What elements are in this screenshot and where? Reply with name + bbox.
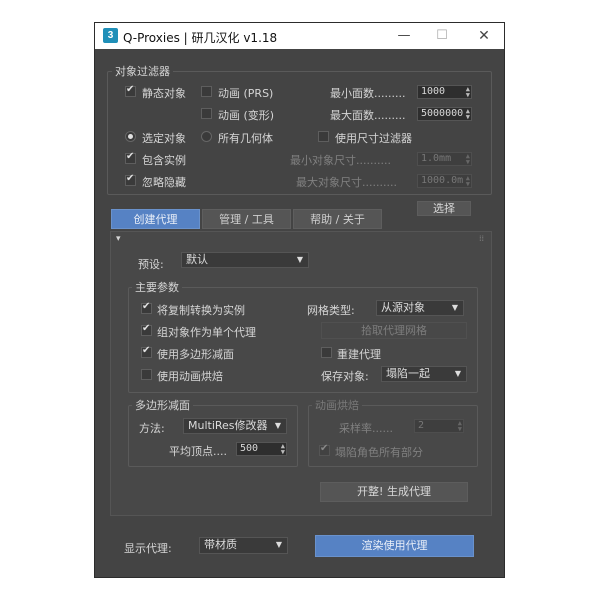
rebuild-proxy-label: 重建代理	[337, 348, 381, 361]
render-proxy-button[interactable]: 渲染使用代理	[315, 535, 474, 557]
all-geometry-label: 所有几何体	[218, 132, 273, 145]
use-poly-reduce-checkbox[interactable]	[141, 345, 152, 358]
use-anim-bake-checkbox[interactable]	[141, 369, 152, 380]
collapse-all-parts-checkbox[interactable]	[319, 443, 330, 456]
method-value: MultiRes修改器	[188, 419, 268, 432]
tab-create-proxy[interactable]: 创建代理	[111, 209, 200, 229]
maximize-button[interactable]: ☐	[423, 23, 461, 49]
object-filter-group: 对象过滤器 静态对象 动画 (PRS) 最小面数......... 1000 ▲…	[107, 63, 492, 195]
all-geometry-radio[interactable]	[201, 131, 212, 142]
use-poly-reduce-label: 使用多边形减面	[157, 348, 234, 361]
selected-objects-label: 选定对象	[142, 132, 186, 145]
save-object-dropdown[interactable]: 塌陷一起 ▼	[381, 366, 467, 382]
sample-rate-value: 2	[418, 420, 425, 431]
max-faces-value: 5000000	[421, 108, 464, 119]
avg-vertices-value: 500	[240, 443, 259, 454]
use-size-filter-checkbox[interactable]	[318, 131, 329, 142]
poly-reduce-group: 多边形减面 方法: MultiRes修改器 ▼ 平均顶点.... 500 ▲ ▼	[128, 397, 298, 467]
use-anim-bake-label: 使用动画烘焙	[157, 370, 223, 383]
spinner-arrows-icon[interactable]: ▲ ▼	[281, 443, 285, 456]
rebuild-proxy-checkbox[interactable]	[321, 347, 332, 358]
chevron-down-icon: ▼	[451, 303, 458, 312]
preset-label: 预设:	[138, 258, 164, 271]
include-instances-checkbox[interactable]	[125, 151, 136, 164]
generate-proxy-button[interactable]: 开整! 生成代理	[320, 482, 468, 502]
avg-vertices-label: 平均顶点....	[169, 445, 227, 458]
convert-copies-checkbox[interactable]	[141, 301, 152, 314]
ignore-hidden-label: 忽略隐藏	[142, 176, 186, 189]
min-object-size-value: 1.0mm	[421, 153, 452, 164]
main-params-title: 主要参数	[132, 279, 182, 295]
collapse-all-parts-label: 塌陷角色所有部分	[335, 446, 423, 459]
ignore-hidden-checkbox[interactable]	[125, 173, 136, 186]
method-dropdown[interactable]: MultiRes修改器 ▼	[183, 418, 287, 434]
max-object-size-label: 最大对象尺寸..........	[296, 176, 397, 189]
selected-objects-radio[interactable]	[125, 131, 136, 142]
display-proxy-value: 带材质	[204, 538, 237, 551]
mesh-type-value: 从源对象	[381, 301, 425, 314]
preset-dropdown[interactable]: 默认 ▼	[181, 252, 309, 268]
mesh-type-label: 网格类型:	[307, 304, 355, 317]
preset-value: 默认	[186, 253, 208, 266]
anim-prs-label: 动画 (PRS)	[218, 87, 274, 100]
tab-manage-tools[interactable]: 管理 / 工具	[202, 209, 291, 229]
min-faces-value: 1000	[421, 86, 446, 97]
spinner-arrows-icon[interactable]: ▲ ▼	[466, 175, 470, 188]
mesh-type-dropdown[interactable]: 从源对象 ▼	[376, 300, 464, 316]
tab-help-about[interactable]: 帮助 / 关于	[293, 209, 382, 229]
anim-deform-checkbox[interactable]	[201, 108, 212, 119]
max-faces-label: 最大面数.........	[330, 109, 406, 122]
group-as-single-checkbox[interactable]	[141, 323, 152, 336]
save-object-value: 塌陷一起	[386, 367, 430, 380]
anim-bake-title: 动画烘焙	[312, 397, 362, 413]
convert-copies-label: 将复制转换为实例	[157, 304, 245, 317]
title-bar: 3 Q-Proxies | 研几汉化 v1.18 — ☐ ✕	[95, 23, 504, 49]
include-instances-label: 包含实例	[142, 154, 186, 167]
chevron-down-icon: ▼	[274, 421, 281, 430]
use-size-filter-label: 使用尺寸过滤器	[335, 132, 412, 145]
chevron-down-icon: ▼	[454, 369, 461, 378]
anim-bake-group: 动画烘焙 采样率...... 2 ▲▼ 塌陷角色所有部分	[308, 397, 478, 467]
close-button[interactable]: ✕	[465, 23, 503, 49]
max-faces-spinner[interactable]: 5000000 ▲ ▼	[417, 107, 472, 121]
static-objects-label: 静态对象	[142, 87, 186, 100]
max-object-size-spinner[interactable]: 1000.0m ▲ ▼	[417, 174, 472, 188]
anim-prs-checkbox[interactable]	[201, 86, 212, 97]
spinner-arrows-icon[interactable]: ▲ ▼	[466, 86, 470, 99]
window-title: Q-Proxies | 研几汉化 v1.18	[123, 31, 278, 45]
static-objects-checkbox[interactable]	[125, 84, 136, 97]
spinner-arrows-icon[interactable]: ▲ ▼	[466, 153, 470, 166]
object-filter-title: 对象过滤器	[112, 63, 173, 79]
save-object-label: 保存对象:	[321, 370, 369, 383]
main-params-group: 主要参数 将复制转换为实例 网格类型: 从源对象 ▼ 组对象作为单个代理 拾取代…	[128, 279, 478, 393]
chevron-down-icon: ▼	[296, 255, 303, 264]
spinner-arrows-icon[interactable]: ▲ ▼	[458, 420, 462, 433]
chevron-down-icon: ▼	[275, 540, 282, 549]
min-faces-label: 最小面数.........	[330, 87, 406, 100]
select-button[interactable]: 选择	[417, 201, 471, 216]
panel-grip-icon[interactable]: ⁞⁞	[479, 234, 484, 243]
pick-proxy-mesh-button[interactable]: 拾取代理网格	[321, 322, 467, 339]
min-object-size-label: 最小对象尺寸..........	[290, 154, 391, 167]
max-object-size-value: 1000.0m	[421, 175, 464, 186]
min-faces-spinner[interactable]: 1000 ▲ ▼	[417, 85, 472, 99]
poly-reduce-title: 多边形减面	[132, 397, 193, 413]
sample-rate-label: 采样率......	[339, 422, 393, 435]
minimize-button[interactable]: —	[385, 23, 423, 49]
method-label: 方法:	[139, 422, 165, 435]
display-proxy-label: 显示代理:	[124, 542, 172, 555]
group-as-single-label: 组对象作为单个代理	[157, 326, 256, 339]
avg-vertices-spinner[interactable]: 500 ▲ ▼	[236, 442, 287, 456]
app-icon: 3	[103, 28, 118, 43]
spinner-arrows-icon[interactable]: ▲ ▼	[466, 108, 470, 121]
collapse-chevron-icon[interactable]: ▾	[116, 234, 121, 244]
sample-rate-spinner[interactable]: 2 ▲ ▼	[414, 419, 464, 433]
min-object-size-spinner[interactable]: 1.0mm ▲ ▼	[417, 152, 472, 166]
create-proxy-panel: ▾ ⁞⁞ 预设: 默认 ▼ 主要参数 将复制转换为实例 网格类型: 从源对象 ▼…	[110, 231, 492, 516]
anim-deform-label: 动画 (变形)	[218, 109, 275, 122]
display-proxy-dropdown[interactable]: 带材质 ▼	[199, 537, 288, 554]
